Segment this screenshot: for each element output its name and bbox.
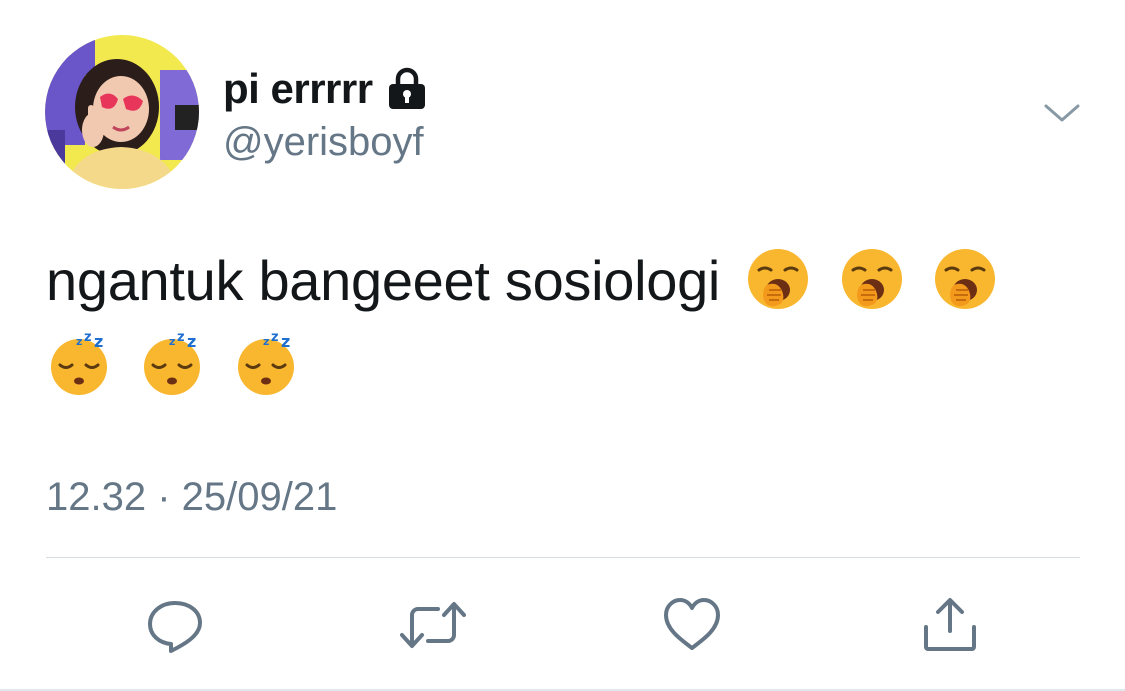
sleeping-face-icon: z z z xyxy=(237,331,294,395)
divider xyxy=(46,557,1080,558)
reply-icon xyxy=(148,601,202,653)
like-button[interactable] xyxy=(662,595,722,655)
svg-text:z: z xyxy=(169,335,175,348)
display-name-text: pi errrrr xyxy=(223,65,373,112)
share-button[interactable] xyxy=(920,595,980,655)
heart-icon xyxy=(664,598,720,650)
svg-text:z: z xyxy=(84,331,91,345)
yawning-face-icon xyxy=(748,249,809,309)
svg-text:z: z xyxy=(187,332,196,351)
reply-button[interactable] xyxy=(145,595,205,655)
svg-text:z: z xyxy=(94,332,103,351)
share-icon xyxy=(924,598,976,651)
svg-text:z: z xyxy=(177,331,184,345)
retweet-icon xyxy=(400,602,466,648)
chevron-down-icon[interactable] xyxy=(1042,98,1082,128)
svg-text:z: z xyxy=(281,332,290,351)
tweet-timestamp[interactable]: 12.32 · 25/09/21 xyxy=(46,472,337,522)
svg-text:z: z xyxy=(271,331,278,345)
avatar[interactable] xyxy=(45,35,199,189)
sleeping-face-icon: z z z xyxy=(51,331,107,395)
lock-icon xyxy=(387,67,427,111)
yawning-face-icon xyxy=(934,249,995,309)
display-name[interactable]: pi errrrr xyxy=(223,62,427,116)
tweet-text: ngantuk bangeeet sosiologi z z z z z z z… xyxy=(46,238,1086,408)
svg-text:z: z xyxy=(76,335,82,348)
yawning-face-icon xyxy=(841,249,902,309)
svg-text:z: z xyxy=(263,335,269,348)
retweet-button[interactable] xyxy=(400,595,466,655)
sleeping-face-icon: z z z xyxy=(144,331,201,395)
tweet-body-text: ngantuk bangeeet sosiologi xyxy=(46,249,721,312)
user-handle[interactable]: @yerisboyf xyxy=(223,117,424,167)
